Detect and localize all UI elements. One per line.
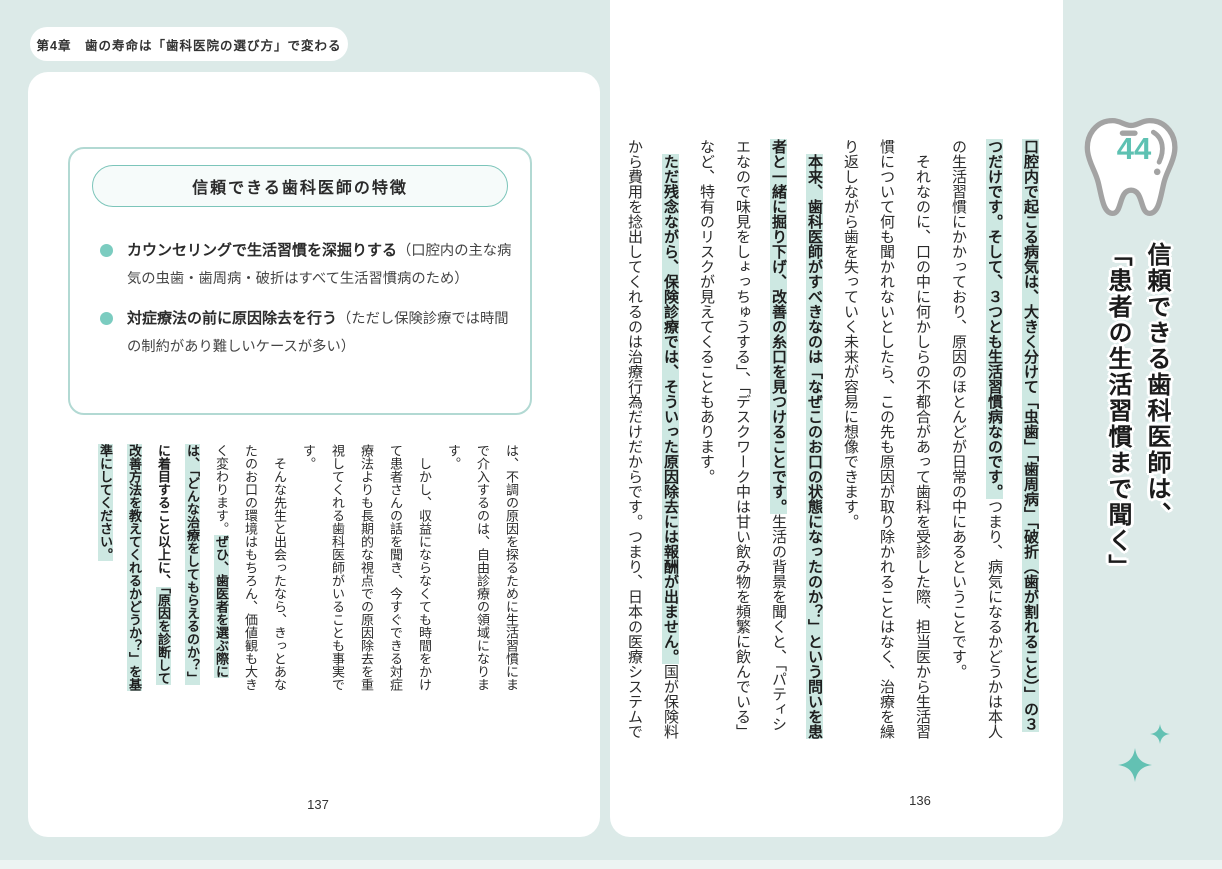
feature-item: カウンセリングで生活習慣を深掘りする（口腔内の主な病気の虫歯・歯周病・破折はすべ… xyxy=(100,237,514,292)
page-left: 信頼できる歯科医師の特徴 カウンセリングで生活習慣を深掘りする（口腔内の主な病気… xyxy=(28,72,600,837)
feature-item-bold: カウンセリングで生活習慣を深掘りする xyxy=(127,242,398,259)
section-title-line-2: 「患者の生活習慣まで聞く」 xyxy=(1104,242,1131,580)
paragraph: 本来、歯科医師がすべきなのは「なぜこのお口の状態になったのか？」という問いを患者… xyxy=(688,139,832,743)
text-run: に着目すること以上に、 xyxy=(156,444,171,587)
page-number-left: 137 xyxy=(307,797,329,812)
feature-item: 対症療法の前に原因除去を行う（ただし保険診療では時間の制約があり難しいケースが多… xyxy=(100,305,514,360)
chapter-title: 第4章 歯の寿命は「歯科医院の選び方」で変わる xyxy=(36,38,342,53)
highlighted-text: ただ残念ながら、保険診療では、そういった原因除去には報酬が出ません。 xyxy=(662,154,679,664)
paragraph: 口腔内で起こる病気は、大きく分けて「虫歯」「歯周病」「破折（歯が割れること）」の… xyxy=(940,139,1048,743)
sparkle-icon xyxy=(1150,724,1170,744)
text-run: しかし、収益にならなくても時間をかけて患者さんの話を聞き、今すぐできる対症療法よ… xyxy=(301,444,432,691)
left-body-text: は、不調の原因を探るために生活習慣にまで介入するのは、自由診療の領域になります。… xyxy=(91,444,526,696)
page-number-right: 136 xyxy=(909,793,931,808)
feature-box: 信頼できる歯科医師の特徴 カウンセリングで生活習慣を深掘りする（口腔内の主な病気… xyxy=(68,147,532,415)
text-run: は、不調の原因を探るために生活習慣にまで介入するのは、自由診療の領域になります。 xyxy=(446,444,519,691)
tooth-icon xyxy=(1076,102,1192,232)
text-run: それなのに、口の中に何かしらの不都合があって歯科を受診した際、担当医から生活習慣… xyxy=(842,139,931,739)
bullet-dot-icon xyxy=(100,244,113,257)
right-body-text: 口腔内で起こる病気は、大きく分けて「虫歯」「歯周病」「破折（歯が割れること）」の… xyxy=(616,139,1048,743)
paragraph: そんな先生と出会ったなら、きっとあなたのお口の環境はもちろん、価値観も大きく変わ… xyxy=(91,444,294,696)
feature-item-bold: 対症療法の前に原因除去を行う xyxy=(127,310,338,328)
paragraph: は、不調の原因を探るために生活習慣にまで介入するのは、自由診療の領域になります。 xyxy=(439,444,526,696)
section-number: 44 xyxy=(1116,131,1152,166)
paragraph: しかし、収益にならなくても時間をかけて患者さんの話を聞き、今すぐできる対症療法よ… xyxy=(294,444,439,696)
book-spread: { "header": { "chapter": "第4章 歯の寿命は「歯科医院… xyxy=(0,0,1222,869)
feature-box-title-text: 信頼できる歯科医師の特徴 xyxy=(192,180,408,197)
feature-box-items: カウンセリングで生活習慣を深掘りする（口腔内の主な病気の虫歯・歯周病・破折はすべ… xyxy=(100,237,514,373)
sparkle-icon xyxy=(1118,748,1152,782)
paragraph: ただ残念ながら、保険診療では、そういった原因除去には報酬が出ません。国が保険料か… xyxy=(616,139,688,743)
page-bottom-edge xyxy=(0,860,1222,869)
page-right: 口腔内で起こる病気は、大きく分けて「虫歯」「歯周病」「破折（歯が割れること）」の… xyxy=(610,0,1063,837)
chapter-header: 第4章 歯の寿命は「歯科医院の選び方」で変わる xyxy=(30,27,348,61)
paragraph: それなのに、口の中に何かしらの不都合があって歯科を受診した際、担当医から生活習慣… xyxy=(832,139,940,743)
feature-box-title: 信頼できる歯科医師の特徴 xyxy=(92,165,508,207)
bullet-dot-icon xyxy=(100,312,113,326)
